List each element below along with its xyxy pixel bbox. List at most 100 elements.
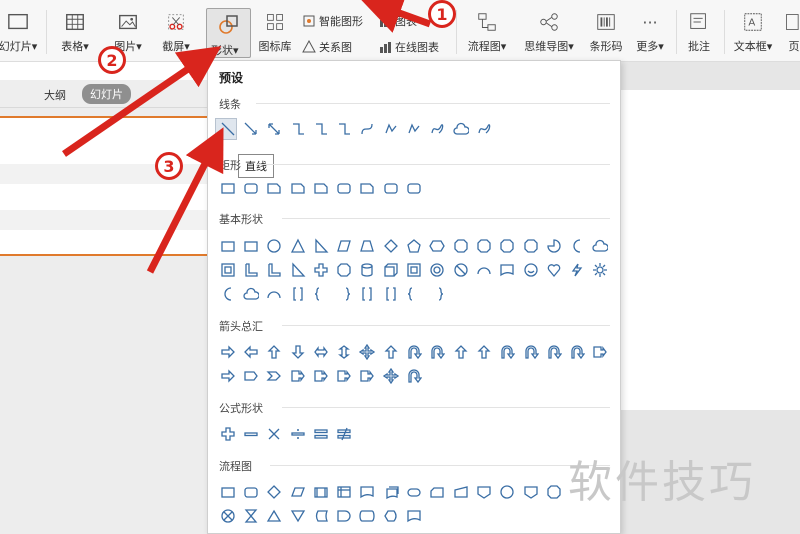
bracket-shape[interactable] xyxy=(286,283,309,305)
flowchart-button[interactable]: 流程图▾ xyxy=(462,6,512,58)
donut-shape[interactable] xyxy=(426,259,449,281)
line-shape[interactable] xyxy=(216,118,239,140)
plus-shape[interactable] xyxy=(309,259,332,281)
collate-shape[interactable] xyxy=(239,505,262,527)
comment-button[interactable]: 批注 xyxy=(682,6,716,58)
pentArr-shape[interactable] xyxy=(239,365,262,387)
proc2-shape[interactable] xyxy=(309,481,332,503)
arrD-shape[interactable] xyxy=(286,341,309,363)
relation-graph-button[interactable]: 关系图 xyxy=(302,38,352,56)
freeform-shape[interactable] xyxy=(402,118,425,140)
page-button[interactable]: 页 xyxy=(784,6,800,58)
triangle-shape[interactable] xyxy=(286,235,309,257)
rrect-shape[interactable] xyxy=(379,177,402,199)
rect-shape[interactable] xyxy=(216,235,239,257)
smart-graphic-button[interactable]: 智能图形 xyxy=(302,12,363,30)
elbow-shape[interactable] xyxy=(286,118,309,140)
uturn-shape[interactable] xyxy=(402,341,425,363)
moon-shape[interactable] xyxy=(216,283,239,305)
snip-shape[interactable] xyxy=(263,177,286,199)
arc-shape[interactable] xyxy=(472,259,495,281)
callout-shape[interactable] xyxy=(332,365,355,387)
diamond-shape[interactable] xyxy=(263,481,286,503)
arrUD-shape[interactable] xyxy=(332,341,355,363)
rrect-shape[interactable] xyxy=(402,177,425,199)
octagon-shape[interactable] xyxy=(472,235,495,257)
table-button[interactable]: 表格▾ xyxy=(56,6,94,58)
arrU-shape[interactable] xyxy=(449,341,472,363)
slide-canvas[interactable] xyxy=(620,90,800,410)
offpage-shape[interactable] xyxy=(472,481,495,503)
octagon-shape[interactable] xyxy=(332,259,355,281)
arc-shape[interactable] xyxy=(263,283,286,305)
snip-shape[interactable] xyxy=(286,177,309,199)
multidoc-shape[interactable] xyxy=(379,481,402,503)
tab-outline[interactable]: 大纲 xyxy=(44,87,66,103)
display-shape[interactable] xyxy=(379,505,402,527)
rbrace-shape[interactable] xyxy=(332,283,355,305)
chevron-shape[interactable] xyxy=(263,365,286,387)
uturn-shape[interactable] xyxy=(565,341,588,363)
plus-shape[interactable] xyxy=(216,423,239,445)
disk-shape[interactable] xyxy=(356,505,379,527)
cloud-shape[interactable] xyxy=(589,235,612,257)
quad-shape[interactable] xyxy=(379,365,402,387)
uturn-shape[interactable] xyxy=(496,341,519,363)
arrL-shape[interactable] xyxy=(239,341,262,363)
doc-shape[interactable] xyxy=(496,259,519,281)
brace-shape[interactable] xyxy=(309,283,332,305)
times-shape[interactable] xyxy=(263,423,286,445)
arrowline-shape[interactable] xyxy=(239,118,262,140)
icon-library-button[interactable]: 图标库 xyxy=(256,6,294,58)
bracket-shape[interactable] xyxy=(356,283,379,305)
slide-thumbnail[interactable] xyxy=(0,116,207,256)
rrect-shape[interactable] xyxy=(239,177,262,199)
mindmap-button[interactable]: 思维导图▾ xyxy=(518,6,580,58)
new-slide-button[interactable]: 幻灯片▾ xyxy=(0,6,40,58)
scribble-shape[interactable] xyxy=(426,118,449,140)
rtri-shape[interactable] xyxy=(286,259,309,281)
octagon-shape[interactable] xyxy=(519,235,542,257)
manual-shape[interactable] xyxy=(449,481,472,503)
rect-shape[interactable] xyxy=(239,235,262,257)
callout-shape[interactable] xyxy=(589,341,612,363)
doc-shape[interactable] xyxy=(402,505,425,527)
callout-shape[interactable] xyxy=(309,365,332,387)
storage-shape[interactable] xyxy=(332,481,355,503)
smile-shape[interactable] xyxy=(519,259,542,281)
arrR-shape[interactable] xyxy=(216,365,239,387)
rtri-shape[interactable] xyxy=(309,235,332,257)
diamond-shape[interactable] xyxy=(379,235,402,257)
cloud-shape[interactable] xyxy=(239,283,262,305)
octagon-shape[interactable] xyxy=(496,235,519,257)
screenshot-button[interactable]: 截屏▾ xyxy=(156,6,196,58)
arrLR-shape[interactable] xyxy=(309,341,332,363)
frame-shape[interactable] xyxy=(216,259,239,281)
arrU-shape[interactable] xyxy=(263,341,286,363)
para-shape[interactable] xyxy=(332,235,355,257)
circle-shape[interactable] xyxy=(496,481,519,503)
callout-shape[interactable] xyxy=(356,365,379,387)
uturn-shape[interactable] xyxy=(426,341,449,363)
neq-shape[interactable] xyxy=(332,423,355,445)
callout-shape[interactable] xyxy=(286,365,309,387)
cloud-shape[interactable] xyxy=(449,118,472,140)
barcode-button[interactable]: 条形码 xyxy=(584,6,628,58)
pentagon-shape[interactable] xyxy=(402,235,425,257)
online-chart-button[interactable]: 在线图表 xyxy=(378,38,439,56)
rrect-shape[interactable] xyxy=(239,481,262,503)
extract-shape[interactable] xyxy=(263,505,286,527)
frame-shape[interactable] xyxy=(402,259,425,281)
brace-shape[interactable] xyxy=(402,283,425,305)
snip-shape[interactable] xyxy=(309,177,332,199)
quad-shape[interactable] xyxy=(356,341,379,363)
arrU-shape[interactable] xyxy=(472,341,495,363)
data-shape[interactable] xyxy=(286,481,309,503)
bolt-shape[interactable] xyxy=(565,259,588,281)
uturn-shape[interactable] xyxy=(402,365,425,387)
heart-shape[interactable] xyxy=(542,259,565,281)
can-shape[interactable] xyxy=(356,259,379,281)
delay-shape[interactable] xyxy=(332,505,355,527)
cube-shape[interactable] xyxy=(379,259,402,281)
shape-button[interactable]: 形状▾ xyxy=(206,8,251,58)
